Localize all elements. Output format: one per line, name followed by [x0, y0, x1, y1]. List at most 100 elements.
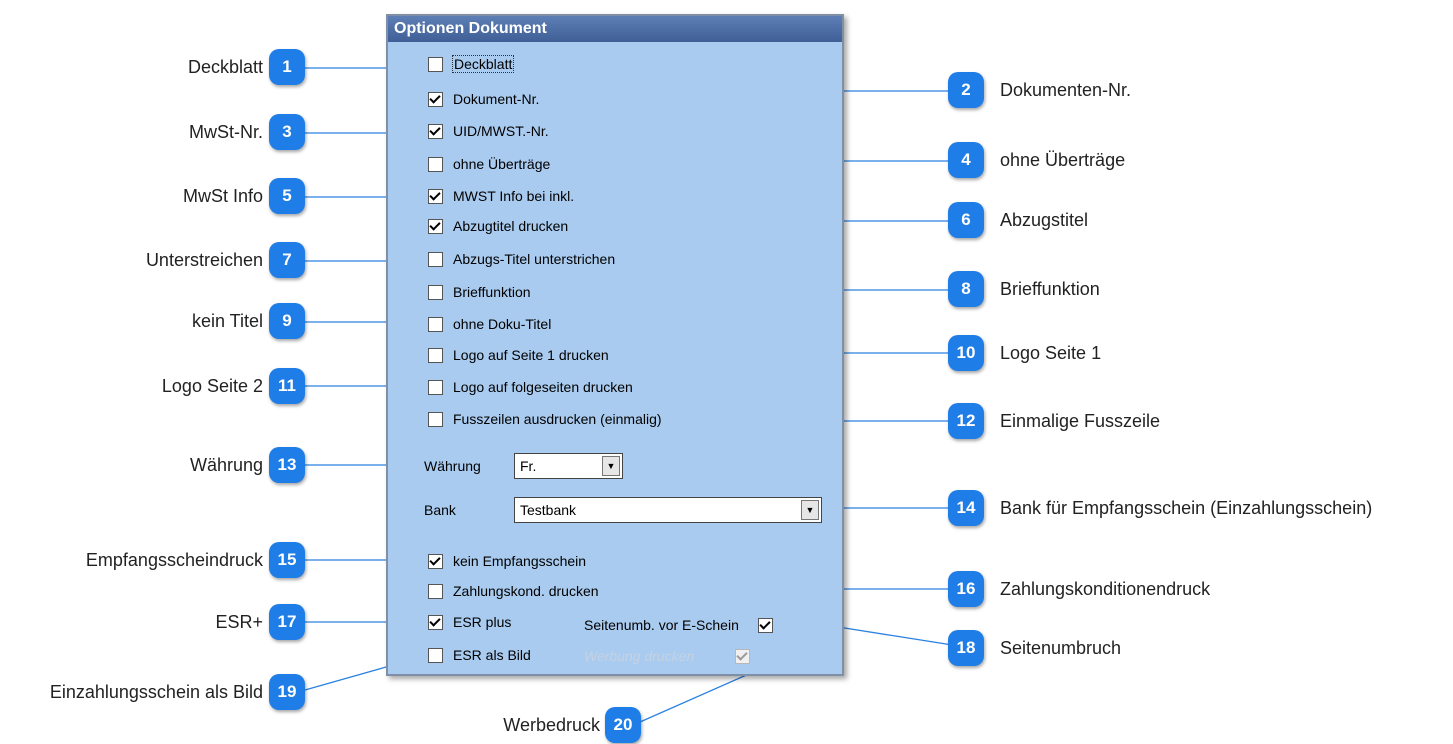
option-label: Seitenumb. vor E-Schein — [584, 617, 739, 633]
callout-badge: 10 — [948, 335, 984, 371]
option-label: Dokument-Nr. — [453, 91, 540, 107]
option-label: Deckblatt — [451, 55, 515, 73]
option-zahlungskond-drucken[interactable]: Zahlungskond. drucken — [428, 583, 599, 599]
checkbox[interactable] — [428, 411, 443, 427]
callout-badge: 11 — [269, 368, 305, 404]
option-esr-plus[interactable]: ESR plus — [428, 614, 511, 630]
checkbox[interactable] — [428, 583, 443, 599]
option-mwst-info[interactable]: MWST Info bei inkl. — [428, 188, 574, 204]
checkbox[interactable] — [428, 316, 443, 332]
option-deckblatt[interactable]: Deckblatt — [428, 55, 515, 73]
option-dokument-nr[interactable]: Dokument-Nr. — [428, 91, 539, 107]
option-kein-empfangsschein[interactable]: kein Empfangsschein — [428, 553, 586, 569]
callout-badge: 2 — [948, 72, 984, 108]
callout-badge: 7 — [269, 242, 305, 278]
callout-label: Bank für Empfangsschein (Einzahlungssche… — [1000, 498, 1373, 518]
callout-label: ESR+ — [215, 612, 263, 632]
option-uid-mwst-nr[interactable]: UID/MWST.-Nr. — [428, 123, 549, 139]
option-label: kein Empfangsschein — [453, 553, 587, 569]
option-label: Logo auf Seite 1 drucken — [453, 347, 609, 363]
option-label: Logo auf folgeseiten drucken — [453, 379, 633, 395]
option-label: ESR plus — [453, 614, 512, 630]
callout-label: Logo Seite 2 — [161, 376, 263, 396]
callout-label: Empfangsscheindruck — [85, 550, 263, 570]
callout-badge: 19 — [269, 674, 305, 710]
checkbox[interactable] — [428, 156, 443, 172]
option-label: ESR als Bild — [453, 647, 531, 663]
checkbox[interactable] — [428, 647, 443, 663]
option-logo-folgeseiten[interactable]: Logo auf folgeseiten drucken — [428, 379, 633, 395]
checkbox[interactable] — [428, 379, 443, 395]
checkbox[interactable] — [428, 91, 443, 107]
chevron-down-icon[interactable]: ▼ — [602, 456, 620, 476]
callout-badge: 15 — [269, 542, 305, 578]
checkbox[interactable] — [757, 617, 773, 633]
option-label: Abzugs-Titel unterstrichen — [453, 251, 616, 267]
callout-label: kein Titel — [191, 311, 263, 331]
option-fusszeilen-einmalig[interactable]: Fusszeilen ausdrucken (einmalig) — [428, 411, 662, 427]
callout-badge: 20 — [605, 707, 641, 743]
currency-label: Währung — [424, 458, 481, 474]
currency-select[interactable]: Fr. ▼ — [514, 453, 623, 479]
option-ohne-uebertraege[interactable]: ohne Überträge — [428, 156, 550, 172]
option-brieffunktion[interactable]: Brieffunktion — [428, 284, 531, 300]
option-abzugtitel-drucken[interactable]: Abzugtitel drucken — [428, 218, 568, 234]
checkbox — [735, 648, 751, 664]
bank-label: Bank — [424, 502, 456, 518]
callout-badge: 6 — [948, 202, 984, 238]
option-label: MWST Info bei inkl. — [453, 188, 575, 204]
option-label: ohne Doku-Titel — [453, 316, 552, 332]
callout-label: Brieffunktion — [1000, 279, 1100, 299]
callout-badge: 18 — [948, 630, 984, 666]
callout-label: Einmalige Fusszeile — [1000, 411, 1161, 431]
checkbox[interactable] — [428, 614, 443, 630]
panel-title: Optionen Dokument — [388, 16, 842, 42]
checkbox[interactable] — [428, 188, 443, 204]
callout-label: Zahlungskonditionendruck — [1000, 579, 1211, 599]
callout-label: Logo Seite 1 — [1000, 343, 1102, 363]
callout-badge: 9 — [269, 303, 305, 339]
checkbox[interactable] — [428, 251, 443, 267]
option-label: Brieffunktion — [453, 284, 531, 300]
option-ohne-doku-titel[interactable]: ohne Doku-Titel — [428, 316, 551, 332]
callout-label: Seitenumbruch — [1000, 638, 1122, 658]
option-label: Werbung drucken — [584, 648, 695, 664]
checkbox[interactable] — [428, 218, 443, 234]
callout-badge: 17 — [269, 604, 305, 640]
callout-label: Unterstreichen — [145, 250, 263, 270]
callout-badge: 3 — [269, 114, 305, 150]
callout-badge: 13 — [269, 447, 305, 483]
callout-label: ohne Überträge — [1000, 150, 1126, 170]
callout-badge: 4 — [948, 142, 984, 178]
option-werbung-drucken: Werbung drucken — [584, 648, 760, 664]
callout-badge: 5 — [269, 178, 305, 214]
checkbox[interactable] — [428, 123, 443, 139]
option-seitenumbruch[interactable]: Seitenumb. vor E-Schein — [584, 617, 783, 633]
option-abzugs-titel-unterstrichen[interactable]: Abzugs-Titel unterstrichen — [428, 251, 615, 267]
callout-label: Abzugstitel — [1000, 210, 1089, 230]
callout-badge: 16 — [948, 571, 984, 607]
callout-label: MwSt Info — [182, 186, 263, 206]
callout-label: MwSt-Nr. — [189, 122, 263, 142]
option-label: UID/MWST.-Nr. — [453, 123, 549, 139]
checkbox[interactable] — [428, 553, 443, 569]
checkbox[interactable] — [428, 284, 443, 300]
option-logo-seite-1[interactable]: Logo auf Seite 1 drucken — [428, 347, 609, 363]
callout-label: Deckblatt — [187, 57, 263, 77]
callout-label: Währung — [189, 455, 263, 475]
option-esr-als-bild[interactable]: ESR als Bild — [428, 647, 531, 663]
callout-label: Werbedruck — [503, 715, 600, 735]
option-label: Zahlungskond. drucken — [453, 583, 599, 599]
callout-badge: 12 — [948, 403, 984, 439]
callout-badge: 8 — [948, 271, 984, 307]
checkbox[interactable] — [428, 347, 443, 363]
callout-label: Dokumenten-Nr. — [1000, 80, 1132, 100]
bank-select[interactable]: Testbank ▼ — [514, 497, 822, 523]
callout-badge: 1 — [269, 49, 305, 85]
bank-value: Testbank — [520, 502, 577, 518]
callout-badge: 14 — [948, 490, 984, 526]
option-label: Fusszeilen ausdrucken (einmalig) — [453, 411, 662, 427]
currency-value: Fr. — [520, 458, 537, 474]
chevron-down-icon[interactable]: ▼ — [801, 500, 819, 520]
checkbox[interactable] — [428, 56, 443, 72]
